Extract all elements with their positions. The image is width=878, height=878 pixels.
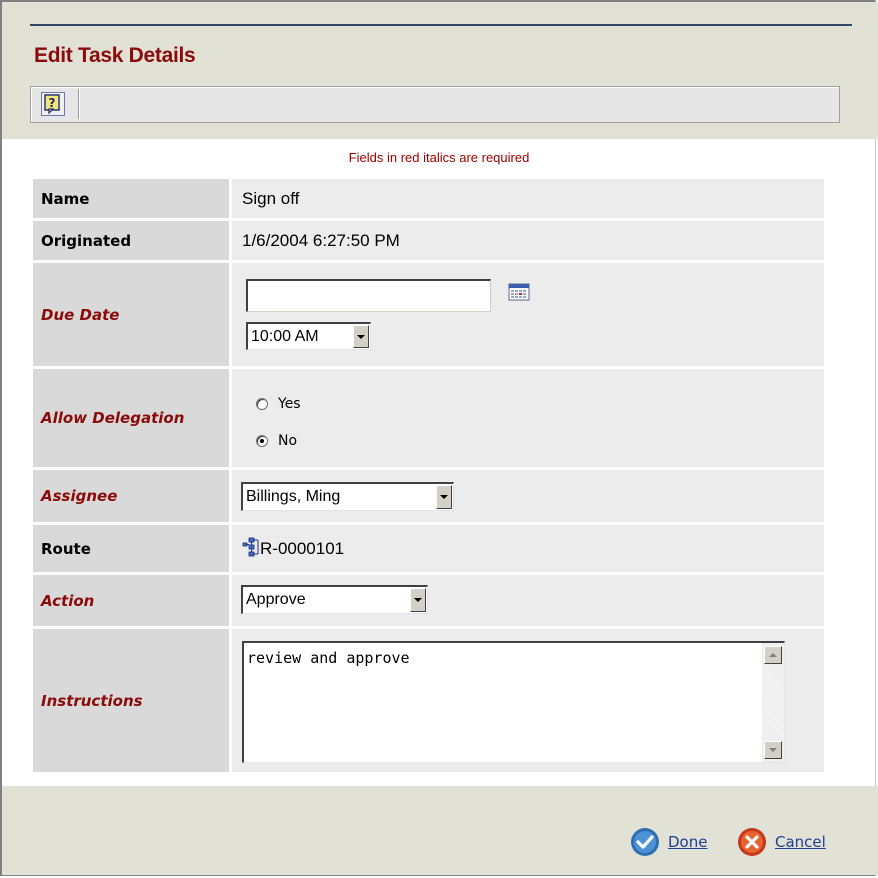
cancel-x-icon: [738, 828, 766, 856]
delegation-no-label: No: [278, 433, 298, 449]
chevron-down-icon[interactable]: [353, 325, 369, 348]
action-value: Approve: [246, 591, 306, 608]
instructions-textarea[interactable]: review and approve: [242, 641, 785, 763]
chevron-down-icon[interactable]: [410, 588, 426, 612]
page-title: Edit Task Details: [34, 44, 196, 67]
row-allow-delegation: Allow Delegation Yes No: [33, 369, 824, 467]
scroll-down-icon[interactable]: [764, 741, 782, 759]
toolbar-separator: [78, 89, 79, 119]
cancel-button[interactable]: Cancel: [737, 827, 826, 857]
action-select[interactable]: Approve: [241, 585, 428, 614]
name-value: Sign off: [242, 188, 300, 208]
done-link[interactable]: Done: [668, 833, 707, 851]
name-label: Name: [33, 179, 229, 218]
done-button[interactable]: Done: [630, 827, 707, 857]
help-icon: ?: [44, 94, 60, 115]
delegation-yes-option[interactable]: Yes: [256, 396, 301, 412]
delegation-yes-radio[interactable]: [256, 398, 268, 410]
cancel-link[interactable]: Cancel: [775, 833, 826, 851]
assignee-value: Billings, Ming: [246, 488, 341, 505]
row-action: Action Approve: [33, 575, 824, 626]
action-label: Action: [33, 575, 229, 626]
route-icon: [242, 537, 259, 557]
row-originated: Originated 1/6/2004 6:27:50 PM: [33, 221, 824, 260]
originated-value: 1/6/2004 6:27:50 PM: [242, 230, 400, 250]
originated-value-cell: 1/6/2004 6:27:50 PM: [232, 221, 824, 260]
action-value-cell: Approve: [232, 575, 824, 626]
originated-label: Originated: [33, 221, 229, 260]
due-date-input[interactable]: [246, 279, 491, 312]
row-assignee: Assignee Billings, Ming: [33, 470, 824, 522]
delegation-no-radio[interactable]: [256, 435, 268, 447]
toolbar: ?: [30, 86, 840, 123]
due-date-value-cell: 10:00 AM: [232, 263, 824, 366]
row-instructions: Instructions review and approve: [33, 629, 824, 772]
delegation-yes-label: Yes: [278, 396, 301, 412]
due-time-select[interactable]: 10:00 AM: [246, 322, 371, 350]
route-label: Route: [33, 525, 229, 572]
assignee-select[interactable]: Billings, Ming: [241, 482, 454, 511]
delegation-no-option[interactable]: No: [256, 433, 297, 449]
route-value-cell: R-0000101: [232, 525, 824, 572]
instructions-value-cell: review and approve: [232, 629, 824, 772]
instructions-label: Instructions: [33, 629, 229, 772]
dialog-footer: Done Cancel: [2, 786, 878, 875]
required-fields-note: Fields in red italics are required: [348, 150, 530, 165]
name-value-cell: Sign off: [232, 179, 824, 218]
scroll-up-icon[interactable]: [764, 646, 782, 664]
allow-delegation-value-cell: Yes No: [232, 369, 824, 467]
instructions-text: review and approve: [247, 649, 410, 667]
assignee-value-cell: Billings, Ming: [232, 470, 824, 522]
allow-delegation-label: Allow Delegation: [33, 369, 229, 467]
calendar-icon[interactable]: [508, 283, 530, 301]
assignee-label: Assignee: [33, 470, 229, 522]
row-name: Name Sign off: [33, 179, 824, 218]
instructions-scrollbar[interactable]: [762, 643, 784, 762]
chevron-down-icon[interactable]: [436, 485, 452, 509]
route-value[interactable]: R-0000101: [260, 539, 344, 559]
due-date-label: Due Date: [33, 263, 229, 366]
due-time-value: 10:00 AM: [251, 327, 319, 345]
svg-text:?: ?: [49, 96, 56, 110]
row-route: Route R-0000101: [33, 525, 824, 572]
help-button[interactable]: ?: [41, 92, 65, 116]
row-due-date: Due Date 10:00 AM: [33, 263, 824, 366]
header-rule: [30, 24, 852, 26]
done-check-icon: [631, 828, 659, 856]
